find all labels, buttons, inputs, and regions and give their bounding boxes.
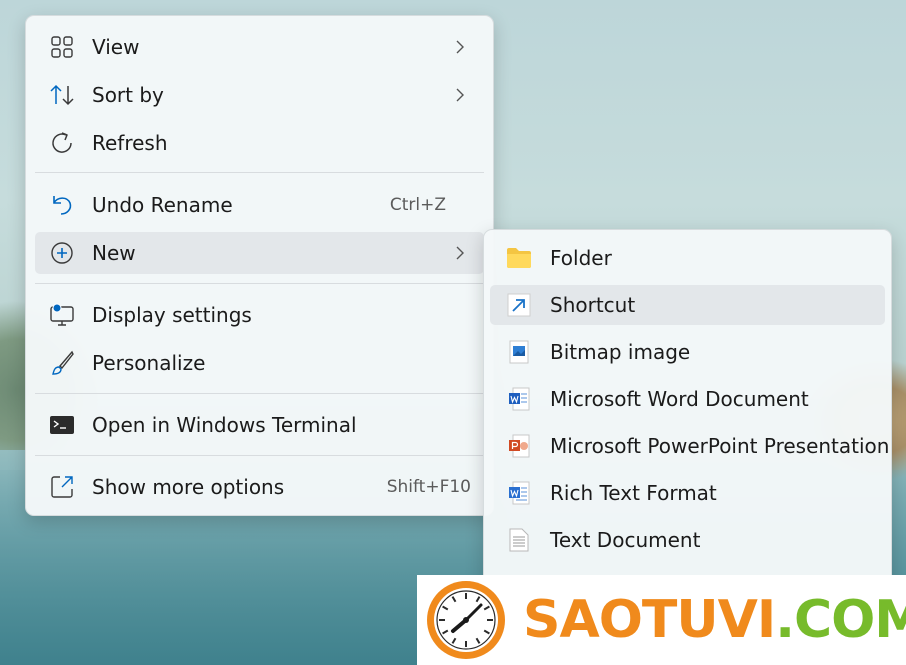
menu-item-label: Open in Windows Terminal [92, 413, 357, 437]
submenu-item-rich-text-format[interactable]: Rich Text Format [490, 473, 885, 513]
submenu-item-label: Microsoft PowerPoint Presentation [550, 434, 890, 458]
menu-item-label: Personalize [92, 351, 206, 375]
submenu-item-label: Rich Text Format [550, 481, 717, 505]
menu-separator [35, 172, 484, 173]
menu-item-show-more-options[interactable]: Show more options Shift+F10 [35, 466, 484, 508]
terminal-icon [49, 412, 75, 438]
watermark-text-part2: .COM [775, 590, 906, 650]
submenu-item-text-document[interactable]: Text Document [490, 520, 885, 560]
submenu-item-folder[interactable]: Folder [490, 238, 885, 278]
submenu-item-label: Folder [550, 246, 612, 270]
menu-item-open-terminal[interactable]: Open in Windows Terminal [35, 404, 484, 446]
plus-circle-icon [49, 240, 75, 266]
folder-icon [506, 245, 532, 271]
menu-separator [35, 283, 484, 284]
refresh-icon [49, 130, 75, 156]
powerpoint-icon [506, 433, 532, 459]
grid-icon [49, 34, 75, 60]
chevron-right-icon [453, 246, 467, 260]
menu-item-sort-by[interactable]: Sort by [35, 74, 484, 116]
submenu-item-bitmap-image[interactable]: Bitmap image [490, 332, 885, 372]
menu-item-personalize[interactable]: Personalize [35, 342, 484, 384]
menu-item-label: Show more options [92, 475, 285, 499]
watermark-logo: SAOTUVI.COM [417, 575, 906, 665]
menu-item-undo-rename[interactable]: Undo Rename Ctrl+Z [35, 184, 484, 226]
undo-icon [49, 192, 75, 218]
submenu-item-label: Shortcut [550, 293, 636, 317]
word-icon [506, 386, 532, 412]
menu-separator [35, 455, 484, 456]
submenu-item-label: Text Document [550, 528, 701, 552]
menu-item-label: Display settings [92, 303, 252, 327]
clock-logo-icon [427, 581, 505, 659]
submenu-item-powerpoint-presentation[interactable]: Microsoft PowerPoint Presentation [490, 426, 889, 466]
menu-item-label: View [92, 35, 140, 59]
menu-item-label: Refresh [92, 131, 168, 155]
brush-icon [49, 350, 75, 376]
shortcut-text: Ctrl+Z [389, 195, 446, 215]
sort-icon [49, 82, 75, 108]
menu-item-label: New [92, 241, 136, 265]
display-icon [49, 302, 75, 328]
shortcut-text: Shift+F10 [386, 477, 471, 497]
chevron-right-icon [453, 88, 467, 102]
menu-item-view[interactable]: View [35, 26, 484, 68]
wordpad-icon [506, 480, 532, 506]
watermark-text: SAOTUVI.COM [523, 588, 906, 652]
new-submenu: Folder Shortcut Bitmap image Microsoft W… [483, 229, 892, 611]
shortcut-arrow-icon [506, 292, 532, 318]
watermark-text-part1: SAOTUVI [523, 590, 776, 650]
submenu-item-word-document[interactable]: Microsoft Word Document [490, 379, 885, 419]
submenu-item-label: Microsoft Word Document [550, 387, 809, 411]
desktop-context-menu: View Sort by Refresh Undo Rename Ctrl+Z … [25, 15, 494, 516]
submenu-item-label: Bitmap image [550, 340, 691, 364]
menu-item-label: Sort by [92, 83, 164, 107]
menu-separator [35, 393, 484, 394]
menu-item-display-settings[interactable]: Display settings [35, 294, 484, 336]
submenu-item-shortcut[interactable]: Shortcut [490, 285, 885, 325]
menu-item-new[interactable]: New [35, 232, 484, 274]
text-document-icon [506, 527, 532, 553]
menu-item-refresh[interactable]: Refresh [35, 122, 484, 164]
bitmap-icon [506, 339, 532, 365]
expand-icon [49, 474, 75, 500]
chevron-right-icon [453, 40, 467, 54]
menu-item-label: Undo Rename [92, 193, 233, 217]
